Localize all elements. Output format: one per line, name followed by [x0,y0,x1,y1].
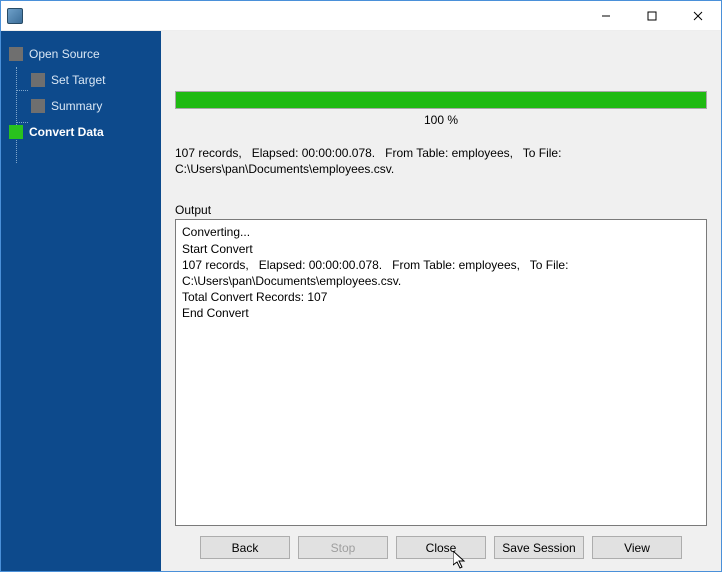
back-button[interactable]: Back [200,536,290,559]
minimize-button[interactable] [583,1,629,30]
progress-percent: 100 % [175,113,707,127]
view-button[interactable]: View [592,536,682,559]
maximize-button[interactable] [629,1,675,30]
app-icon [7,8,23,24]
close-window-button[interactable] [675,1,721,30]
status-text: 107 records, Elapsed: 00:00:00.078. From… [175,145,707,177]
titlebar [1,1,721,31]
wizard-sidebar: Open Source Set Target Summary Convert D… [1,31,161,571]
main-panel: 100 % 107 records, Elapsed: 00:00:00.078… [161,31,721,571]
nav-label: Summary [51,99,102,113]
close-button[interactable]: Close [396,536,486,559]
stop-button: Stop [298,536,388,559]
step-icon [9,125,23,139]
nav-summary[interactable]: Summary [9,93,161,119]
nav-label: Set Target [51,73,105,87]
step-icon [31,73,45,87]
progress-fill [176,92,706,108]
step-icon [31,99,45,113]
button-row: Back Stop Close Save Session View [171,526,711,563]
progress-bar [175,91,707,109]
nav-open-source[interactable]: Open Source [9,41,161,67]
nav-set-target[interactable]: Set Target [9,67,161,93]
step-icon [9,47,23,61]
nav-label: Open Source [29,47,100,61]
output-textarea[interactable]: Converting... Start Convert 107 records,… [175,219,707,526]
save-session-button[interactable]: Save Session [494,536,584,559]
output-label: Output [175,203,707,217]
nav-convert-data[interactable]: Convert Data [9,119,161,145]
nav-label: Convert Data [29,125,104,139]
